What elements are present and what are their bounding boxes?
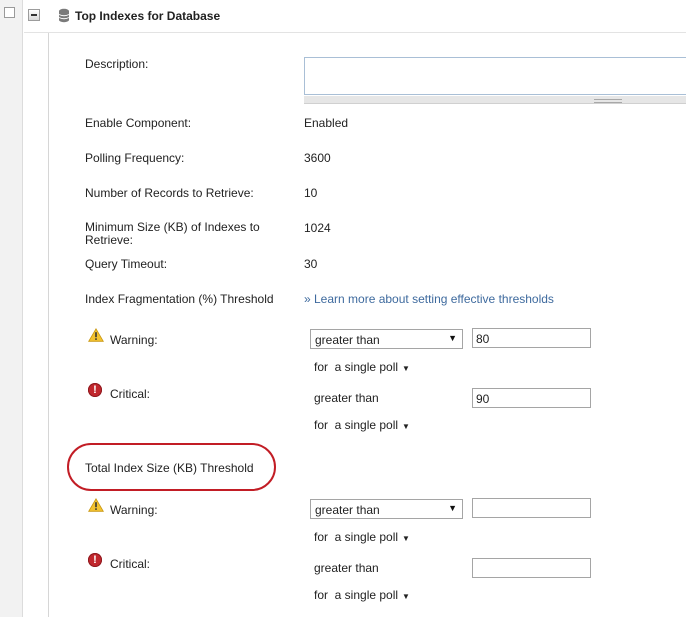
polling-frequency-value: 3600	[304, 151, 331, 165]
warning-icon	[88, 498, 104, 512]
critical-icon: !	[88, 383, 102, 397]
frag-warning-value: 80	[476, 332, 490, 346]
size-warning-value-input[interactable]	[472, 498, 591, 518]
chevron-down-icon: ▼	[402, 534, 410, 543]
polling-frequency-label: Polling Frequency:	[85, 151, 185, 165]
description-resize-handle[interactable]	[304, 96, 686, 104]
size-critical-label: Critical:	[110, 557, 151, 571]
database-icon	[58, 8, 70, 23]
query-timeout-value: 30	[304, 257, 318, 271]
fragmentation-threshold-title: Index Fragmentation (%) Threshold	[85, 292, 274, 306]
frag-warning-operator-value: greater than	[315, 333, 380, 347]
frag-warning-value-input[interactable]: 80	[472, 328, 591, 348]
panel-border	[48, 33, 49, 617]
frag-critical-poll-dropdown[interactable]: for a single poll ▼	[314, 418, 410, 432]
frag-warning-poll-label: for a single poll	[314, 360, 399, 374]
frag-warning-label: Warning:	[110, 333, 158, 347]
size-critical-poll-label: for a single poll	[314, 588, 399, 602]
size-critical-operator: greater than	[314, 561, 379, 575]
header-divider	[24, 32, 686, 33]
size-warning-label: Warning:	[110, 503, 158, 517]
query-timeout-label: Query Timeout:	[85, 257, 168, 271]
size-critical-poll-dropdown[interactable]: for a single poll ▼	[314, 588, 410, 602]
min-size-label: Minimum Size (KB) of Indexes to Retrieve…	[85, 220, 260, 247]
frag-critical-operator: greater than	[314, 391, 379, 405]
size-warning-poll-label: for a single poll	[314, 530, 399, 544]
chevron-down-icon: ▼	[448, 503, 457, 513]
frag-critical-value: 90	[476, 392, 490, 406]
total-size-threshold-title: Total Index Size (KB) Threshold	[85, 461, 254, 475]
size-warning-operator-value: greater than	[315, 503, 380, 517]
description-textarea[interactable]	[304, 57, 686, 95]
records-label: Number of Records to Retrieve:	[85, 186, 254, 200]
warning-icon	[88, 328, 104, 342]
enable-component-label: Enable Component:	[85, 116, 192, 130]
critical-icon: !	[88, 553, 102, 567]
frag-critical-value-input[interactable]: 90	[472, 388, 591, 408]
size-critical-value-input[interactable]	[472, 558, 591, 578]
chevron-down-icon: ▼	[402, 364, 410, 373]
size-warning-operator-select[interactable]: greater than ▼	[310, 499, 463, 519]
frag-critical-label: Critical:	[110, 387, 151, 401]
records-value: 10	[304, 186, 318, 200]
panel-title: Top Indexes for Database	[75, 9, 221, 23]
frag-warning-poll-dropdown[interactable]: for a single poll ▼	[314, 360, 410, 374]
collapse-icon[interactable]	[28, 9, 40, 21]
chevron-down-icon: ▼	[402, 592, 410, 601]
enable-component-value: Enabled	[304, 116, 349, 130]
frag-warning-operator-select[interactable]: greater than ▼	[310, 329, 463, 349]
frag-critical-poll-label: for a single poll	[314, 418, 399, 432]
description-label: Description:	[85, 57, 149, 71]
size-warning-poll-dropdown[interactable]: for a single poll ▼	[314, 530, 410, 544]
left-rail	[0, 0, 23, 617]
chevron-down-icon: ▼	[448, 333, 457, 343]
select-checkbox[interactable]	[4, 7, 15, 18]
min-size-value: 1024	[304, 221, 331, 235]
learn-more-link[interactable]: » Learn more about setting effective thr…	[304, 292, 554, 306]
chevron-down-icon: ▼	[402, 422, 410, 431]
